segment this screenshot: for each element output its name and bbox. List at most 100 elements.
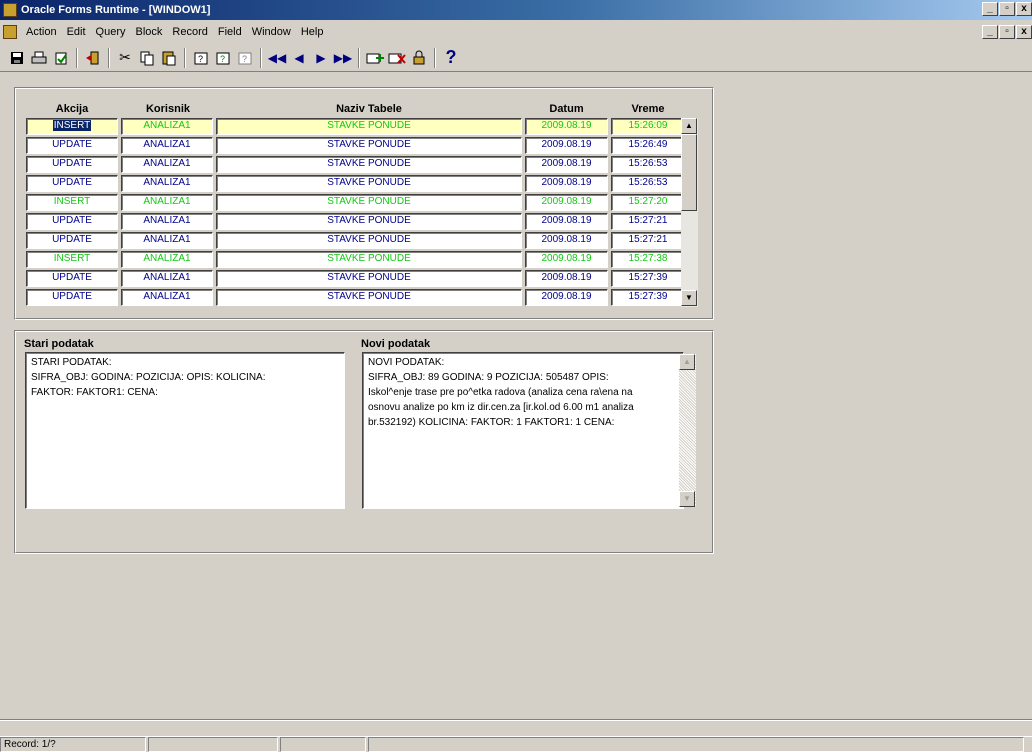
scroll-down-button[interactable]: ▼ [679, 491, 695, 507]
cell-datum[interactable]: 2009.08.19 [525, 289, 608, 306]
cell-akcija[interactable]: UPDATE [26, 175, 118, 192]
save-icon[interactable] [6, 47, 28, 69]
cell-akcija[interactable]: INSERT [26, 251, 118, 268]
enter-query-icon[interactable]: ? [190, 47, 212, 69]
cell-korisnik[interactable]: ANALIZA1 [121, 118, 213, 135]
cell-datum[interactable]: 2009.08.19 [525, 175, 608, 192]
print-icon[interactable] [28, 47, 50, 69]
cell-akcija[interactable]: UPDATE [26, 289, 118, 306]
paste-icon[interactable] [158, 47, 180, 69]
cell-korisnik[interactable]: ANALIZA1 [121, 232, 213, 249]
cell-datum[interactable]: 2009.08.19 [525, 270, 608, 287]
cell-akcija[interactable]: UPDATE [26, 156, 118, 173]
cell-korisnik[interactable]: ANALIZA1 [121, 194, 213, 211]
minimize-button[interactable]: _ [982, 2, 998, 16]
mdi-minimize-button[interactable]: _ [982, 25, 998, 39]
cell-vreme[interactable]: 15:26:09 [611, 118, 685, 135]
cell-vreme[interactable]: 15:27:39 [611, 270, 685, 287]
cell-akcija[interactable]: UPDATE [26, 232, 118, 249]
cell-vreme[interactable]: 15:27:38 [611, 251, 685, 268]
first-record-icon[interactable]: ◀◀ [266, 47, 288, 69]
menu-window[interactable]: Window [247, 26, 296, 38]
cell-datum[interactable]: 2009.08.19 [525, 194, 608, 211]
cell-naziv[interactable]: STAVKE PONUDE [216, 232, 522, 249]
cell-vreme[interactable]: 15:27:39 [611, 289, 685, 306]
cell-vreme[interactable]: 15:27:21 [611, 213, 685, 230]
restore-button[interactable]: ▫ [999, 2, 1015, 16]
cell-datum[interactable]: 2009.08.19 [525, 251, 608, 268]
cancel-query-icon[interactable]: ? [234, 47, 256, 69]
cell-datum[interactable]: 2009.08.19 [525, 213, 608, 230]
cell-vreme[interactable]: 15:27:20 [611, 194, 685, 211]
menu-query[interactable]: Query [91, 26, 131, 38]
cell-akcija[interactable]: UPDATE [26, 270, 118, 287]
stari-podatak-field[interactable]: STARI PODATAK: SIFRA_OBJ: GODINA: POZICI… [25, 352, 345, 509]
status-field-2 [148, 737, 278, 752]
last-record-icon[interactable]: ▶▶ [332, 47, 354, 69]
menu-edit[interactable]: Edit [62, 26, 91, 38]
menu-help[interactable]: Help [296, 26, 329, 38]
cell-naziv[interactable]: STAVKE PONUDE [216, 194, 522, 211]
cell-datum[interactable]: 2009.08.19 [525, 118, 608, 135]
clear-icon[interactable] [50, 47, 72, 69]
cell-vreme[interactable]: 15:26:49 [611, 137, 685, 154]
cell-korisnik[interactable]: ANALIZA1 [121, 175, 213, 192]
execute-query-icon[interactable]: ? [212, 47, 234, 69]
cell-korisnik[interactable]: ANALIZA1 [121, 213, 213, 230]
cell-akcija[interactable]: INSERT [26, 118, 118, 135]
menu-field[interactable]: Field [213, 26, 247, 38]
document-icon[interactable] [3, 25, 17, 39]
mdi-restore-button[interactable]: ▫ [999, 25, 1015, 39]
novi-podatak-scrollbar[interactable]: ▲ ▼ [679, 354, 696, 507]
exit-icon[interactable] [82, 47, 104, 69]
cell-akcija[interactable]: UPDATE [26, 137, 118, 154]
stari-line: FAKTOR: FAKTOR1: CENA: [31, 387, 158, 398]
cell-naziv[interactable]: STAVKE PONUDE [216, 175, 522, 192]
cell-vreme[interactable]: 15:27:21 [611, 232, 685, 249]
novi-podatak-field[interactable]: NOVI PODATAK: SIFRA_OBJ: 89 GODINA: 9 PO… [362, 352, 684, 509]
grid-scrollbar[interactable]: ▲ ▼ [681, 118, 698, 307]
cell-naziv[interactable]: STAVKE PONUDE [216, 156, 522, 173]
menu-record[interactable]: Record [167, 26, 212, 38]
insert-record-icon[interactable] [364, 47, 386, 69]
scroll-down-button[interactable]: ▼ [681, 290, 697, 306]
cell-akcija[interactable]: UPDATE [26, 213, 118, 230]
cut-icon[interactable]: ✂ [114, 47, 136, 69]
cell-naziv[interactable]: STAVKE PONUDE [216, 213, 522, 230]
lock-record-icon[interactable] [408, 47, 430, 69]
cell-korisnik[interactable]: ANALIZA1 [121, 156, 213, 173]
cell-naziv[interactable]: STAVKE PONUDE [216, 270, 522, 287]
window-title: Oracle Forms Runtime - [WINDOW1] [21, 4, 211, 16]
cell-naziv[interactable]: STAVKE PONUDE [216, 118, 522, 135]
scroll-up-button[interactable]: ▲ [681, 118, 697, 134]
cell-vreme[interactable]: 15:26:53 [611, 156, 685, 173]
cell-naziv[interactable]: STAVKE PONUDE [216, 289, 522, 306]
cell-korisnik[interactable]: ANALIZA1 [121, 137, 213, 154]
cell-naziv[interactable]: STAVKE PONUDE [216, 251, 522, 268]
cell-datum[interactable]: 2009.08.19 [525, 156, 608, 173]
cell-naziv[interactable]: STAVKE PONUDE [216, 137, 522, 154]
cell-korisnik[interactable]: ANALIZA1 [121, 270, 213, 287]
selected-text: INSERT [52, 120, 92, 131]
cell-akcija[interactable]: INSERT [26, 194, 118, 211]
cell-datum[interactable]: 2009.08.19 [525, 232, 608, 249]
cell-korisnik[interactable]: ANALIZA1 [121, 289, 213, 306]
close-button[interactable]: x [1016, 2, 1032, 16]
novi-line: SIFRA_OBJ: 89 GODINA: 9 POZICIJA: 505487… [368, 372, 609, 383]
cell-datum[interactable]: 2009.08.19 [525, 137, 608, 154]
column-header-naziv-tabele: Naziv Tabele [336, 103, 402, 115]
copy-icon[interactable] [136, 47, 158, 69]
cell-korisnik[interactable]: ANALIZA1 [121, 251, 213, 268]
previous-record-icon[interactable]: ◀ [288, 47, 310, 69]
help-icon[interactable]: ? [440, 47, 462, 69]
menu-block[interactable]: Block [131, 26, 168, 38]
scroll-thumb[interactable] [681, 134, 697, 211]
scroll-up-button[interactable]: ▲ [679, 354, 695, 370]
novi-line: br.532192) KOLICINA: FAKTOR: 1 FAKTOR1: … [368, 417, 615, 428]
delete-record-icon[interactable] [386, 47, 408, 69]
mdi-close-button[interactable]: x [1016, 25, 1032, 39]
cell-vreme[interactable]: 15:26:53 [611, 175, 685, 192]
column-header-datum: Datum [549, 103, 584, 115]
menu-action[interactable]: Action [21, 26, 62, 38]
next-record-icon[interactable]: ▶ [310, 47, 332, 69]
